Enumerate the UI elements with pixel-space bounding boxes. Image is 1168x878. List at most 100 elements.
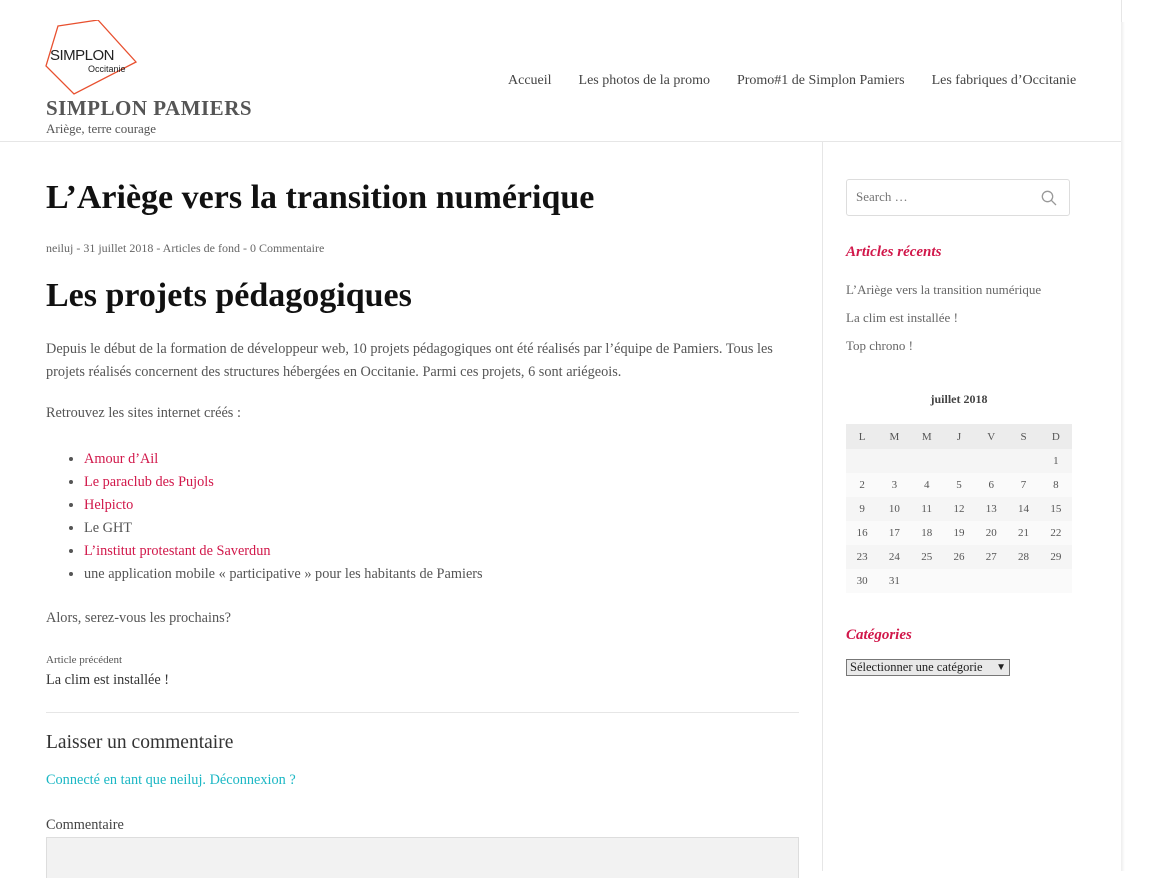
calendar-day: 15 (1039, 497, 1072, 521)
calendar-day: 29 (1039, 545, 1072, 569)
calendar-day: 26 (942, 545, 976, 569)
calendar-day: 12 (942, 497, 976, 521)
calendar-weekday: D (1039, 424, 1072, 449)
site-text: une application mobile « participative »… (84, 566, 483, 582)
calendar-day (942, 569, 976, 593)
recent-posts-title: Articles récents (846, 244, 942, 260)
post-title: L’Ariège vers la transition numérique (46, 179, 595, 216)
sidebar: Articles récents L’Ariège vers la transi… (822, 142, 1122, 871)
calendar-day: 8 (1039, 473, 1072, 497)
calendar-day: 27 (975, 545, 1008, 569)
calendar-weekday: M (878, 424, 911, 449)
calendar-day: 2 (846, 473, 879, 497)
calendar-day (1039, 569, 1072, 593)
post-paragraph: Alors, serez-vous les prochains? (46, 610, 232, 626)
categories-title: Catégories (846, 627, 912, 643)
nav-item[interactable]: Les photos de la promo (579, 73, 710, 89)
comment-label: Commentaire (46, 817, 124, 833)
calendar-day: 1 (1039, 449, 1072, 473)
calendar-day: 9 (846, 497, 879, 521)
recent-posts-list: L’Ariège vers la transition numérique La … (846, 276, 1041, 360)
site-link[interactable]: Amour d’Ail (84, 451, 158, 467)
page: SIMPLON Occitanie SIMPLON PAMIERS Ariège… (0, 0, 1122, 878)
calendar-day: 3 (878, 473, 911, 497)
calendar-day: 22 (1039, 521, 1072, 545)
site-list-item: Amour d’Ail (84, 448, 483, 471)
chevron-down-icon: ▼ (996, 662, 1006, 673)
search-input[interactable] (856, 189, 1036, 205)
calendar-weekday: S (1007, 424, 1040, 449)
calendar-day: 24 (878, 545, 911, 569)
search-icon[interactable] (1041, 190, 1057, 206)
site-list-item: Le GHT (84, 517, 483, 540)
recent-post-link[interactable]: La clim est installée ! (846, 304, 1041, 332)
nav-item[interactable]: Promo#1 de Simplon Pamiers (737, 73, 905, 89)
site-text: Le GHT (84, 520, 133, 536)
calendar-day: 28 (1007, 545, 1040, 569)
calendar-day: 7 (1007, 473, 1040, 497)
nav-item[interactable]: Accueil (508, 73, 552, 89)
post-paragraph: Depuis le début de la formation de dével… (46, 341, 773, 380)
category-select-value: Sélectionner une catégorie (850, 660, 983, 674)
calendar-week-row: 16 17 18 19 20 21 22 (846, 521, 1072, 545)
calendar: L M M J V S D 1 2 3 4 5 6 7 8 9 10 11 12 13 14 15 16 17 18 19 20 21… (846, 424, 1072, 593)
calendar-day (910, 449, 943, 473)
calendar-day (975, 569, 1008, 593)
previous-article-link[interactable]: La clim est installée ! (46, 672, 169, 689)
calendar-day: 19 (942, 521, 976, 545)
calendar-day: 21 (1007, 521, 1040, 545)
site-link[interactable]: L’institut protestant de Saverdun (84, 543, 271, 559)
site-list-item: une application mobile « participative »… (84, 563, 483, 586)
svg-text:Occitanie: Occitanie (88, 64, 126, 74)
calendar-day: 14 (1007, 497, 1040, 521)
category-select[interactable]: Sélectionner une catégorie ▼ (846, 659, 1010, 676)
nav-item[interactable]: Les fabriques d’Occitanie (932, 73, 1077, 89)
previous-article-label: Article précédent (46, 654, 123, 666)
comment-form-title: Laisser un commentaire (46, 732, 234, 753)
calendar-day (975, 449, 1008, 473)
calendar-day (1007, 449, 1040, 473)
simplon-logo[interactable]: SIMPLON Occitanie (44, 20, 138, 96)
site-list-item: L’institut protestant de Saverdun (84, 540, 483, 563)
post-paragraph: Retrouvez les sites internet créés : (46, 405, 241, 421)
calendar-day (878, 449, 911, 473)
calendar-day: 31 (878, 569, 911, 593)
recent-post-link[interactable]: L’Ariège vers la transition numérique (846, 276, 1041, 304)
site-list-item: Le paraclub des Pujols (84, 471, 483, 494)
calendar-weekday: V (975, 424, 1008, 449)
site-link[interactable]: Le paraclub des Pujols (84, 474, 214, 490)
calendar-caption: juillet 2018 (930, 392, 988, 406)
comment-textarea[interactable] (46, 837, 799, 878)
calendar-day: 6 (975, 473, 1008, 497)
calendar-weekday: J (942, 424, 976, 449)
calendar-day: 20 (975, 521, 1008, 545)
calendar-day (846, 449, 879, 473)
calendar-weekday: M (910, 424, 943, 449)
calendar-day (910, 569, 943, 593)
calendar-day: 10 (878, 497, 911, 521)
calendar-day: 18 (910, 521, 943, 545)
site-title[interactable]: SIMPLON PAMIERS (46, 96, 252, 121)
calendar-weekday: L (846, 424, 879, 449)
calendar-day: 30 (846, 569, 879, 593)
calendar-week-row: 1 (846, 449, 1072, 473)
calendar-week-row: 2345678 (846, 473, 1072, 497)
calendar-week-row: 9 10 11 12 13 14 15 (846, 497, 1072, 521)
site-list-item: Helpicto (84, 494, 483, 517)
calendar-day: 25 (910, 545, 943, 569)
divider (46, 712, 799, 713)
calendar-week-row: 30 31 (846, 569, 1072, 593)
post-meta: neiluj - 31 juillet 2018 - Articles de f… (46, 241, 325, 255)
calendar-day: 13 (975, 497, 1008, 521)
calendar-day: 17 (878, 521, 911, 545)
calendar-day: 11 (910, 497, 943, 521)
calendar-header-row: LMMJVSD (846, 424, 1072, 449)
calendar-day (942, 449, 976, 473)
site-link[interactable]: Helpicto (84, 497, 133, 513)
sites-list: Amour d’Ail Le paraclub des Pujols Helpict… (46, 448, 483, 586)
recent-post-link[interactable]: Top chrono ! (846, 332, 1041, 360)
logged-in-link[interactable]: Connecté en tant que neiluj. Déconnexion… (46, 772, 296, 789)
calendar-day: 16 (846, 521, 879, 545)
page-shadow (1121, 22, 1125, 871)
main-nav: Accueil Les photos de la promo Promo#1 de … (508, 73, 1076, 89)
